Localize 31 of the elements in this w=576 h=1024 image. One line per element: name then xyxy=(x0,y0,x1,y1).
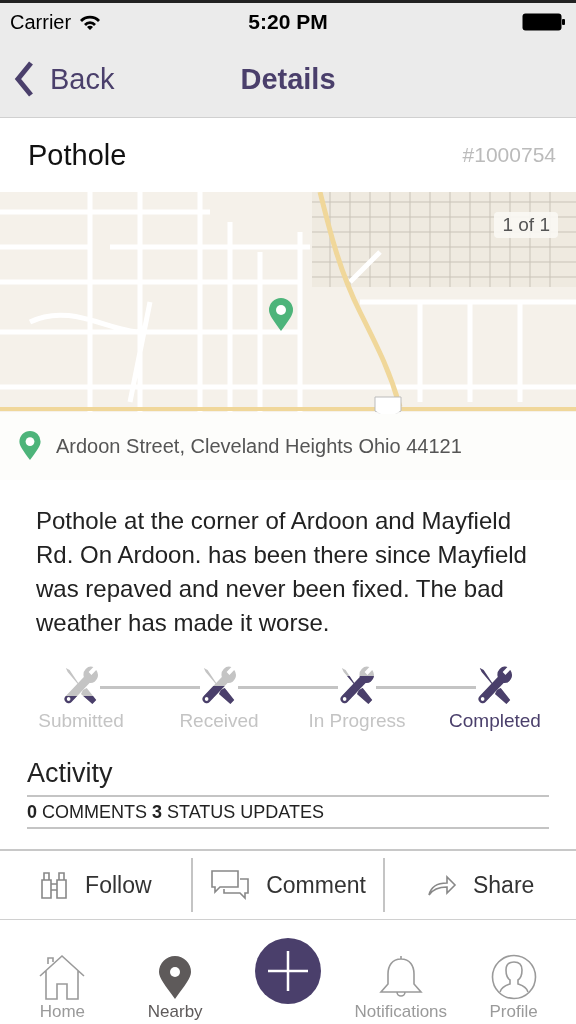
activity-summary: 0 COMMENTS 3 STATUS UPDATES xyxy=(27,797,549,829)
speech-bubbles-icon xyxy=(210,869,251,901)
share-arrow-icon xyxy=(427,873,457,897)
status-step: Completed xyxy=(449,710,541,732)
address-text: Ardoon Street, Cleveland Heights Ohio 44121 xyxy=(56,434,462,458)
action-button[interactable]: Comment xyxy=(190,858,384,912)
report-number: #1000754 xyxy=(462,143,556,167)
activity-heading: Activity xyxy=(27,758,549,797)
chevron-left-icon xyxy=(14,61,34,97)
carrier-name: Carrier xyxy=(10,10,72,34)
photo-counter: 1 of 1 xyxy=(494,212,558,238)
description-text: Pothole at the corner of Ardoon and Mayfield Rd. On Ardoon. has been there since Mayfield was repaved and never been fixed. The bad weather has made it worse. xyxy=(35,506,528,638)
status-step: Received xyxy=(179,710,259,732)
map-pin-icon xyxy=(268,298,294,332)
binoculars-icon xyxy=(39,870,70,900)
screen-title: Details xyxy=(240,62,336,96)
report-title: Pothole xyxy=(28,138,127,172)
status-step: In Progress xyxy=(308,710,406,732)
battery-icon xyxy=(522,13,566,31)
location-pin-icon xyxy=(18,431,42,461)
tab-bar-item[interactable]: Nearby xyxy=(120,956,231,1022)
profile-icon xyxy=(490,954,537,1000)
bell-icon xyxy=(378,954,423,1000)
house-icon xyxy=(38,954,87,1000)
wifi-icon xyxy=(79,14,102,30)
map-pin-icon xyxy=(158,956,193,1000)
status-step: Submitted xyxy=(38,710,124,732)
action-button[interactable]: Follow xyxy=(0,858,191,912)
status-time: 5:20 PM xyxy=(248,10,328,34)
action-button[interactable]: Share xyxy=(383,858,576,912)
back-button[interactable]: Back xyxy=(0,61,115,97)
